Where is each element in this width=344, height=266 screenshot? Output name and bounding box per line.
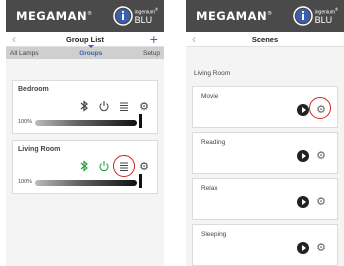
scene-name: Sleeping (201, 231, 227, 238)
nav-bar: ‹ Group List + (6, 32, 164, 47)
ingenium-i-icon (112, 6, 133, 26)
tab-setup[interactable]: Setup (143, 50, 160, 57)
group-name: Living Room (18, 146, 61, 153)
scene-card-reading[interactable]: Reading ⚙ (192, 132, 338, 174)
ingenium-i-icon (292, 6, 313, 26)
page-title: Scenes (251, 34, 279, 44)
highlight-circle (113, 155, 135, 177)
scene-card-relax[interactable]: Relax ⚙ (192, 178, 338, 220)
scenes-screen: MEGAMAN® ingenium® BLU ‹ Scenes Living Ro… (186, 0, 344, 266)
back-chevron-icon[interactable]: ‹ (192, 32, 206, 46)
power-icon[interactable] (97, 99, 111, 113)
brand-logo: MEGAMAN® (16, 9, 93, 23)
list-icon[interactable] (113, 155, 135, 177)
power-icon[interactable] (97, 159, 111, 173)
ingenium-logo: ingenium® BLU (112, 6, 158, 26)
back-chevron-icon[interactable]: ‹ (12, 32, 26, 46)
group-card-bedroom[interactable]: Bedroom ⚙ 100% (12, 80, 158, 134)
group-name: Bedroom (18, 86, 49, 93)
slider-thumb[interactable] (139, 114, 142, 128)
brightness-label: 100% (18, 119, 33, 125)
play-icon[interactable] (297, 196, 309, 208)
gear-icon[interactable]: ⚙ (316, 241, 326, 255)
brightness-slider[interactable] (35, 180, 137, 186)
nav-bar: ‹ Scenes (186, 32, 344, 47)
play-icon[interactable] (297, 104, 309, 116)
slider-thumb[interactable] (139, 174, 142, 188)
add-group-button[interactable]: + (144, 32, 158, 46)
scene-card-sleeping[interactable]: Sleeping ⚙ (192, 224, 338, 266)
scene-name: Movie (201, 93, 219, 100)
bluetooth-icon[interactable] (77, 99, 91, 113)
scene-card-movie[interactable]: Movie ⚙ (192, 86, 338, 128)
brand-logo: MEGAMAN® (196, 9, 273, 23)
ingenium-logo: ingenium® BLU (292, 6, 338, 26)
scene-name: Reading (201, 139, 226, 146)
list-icon[interactable] (117, 99, 131, 113)
play-icon[interactable] (297, 242, 309, 254)
bluetooth-icon[interactable] (77, 159, 91, 173)
app-header: MEGAMAN® ingenium® BLU (6, 0, 164, 32)
scene-name: Relax (201, 185, 218, 192)
tab-groups[interactable]: Groups (79, 44, 102, 57)
gear-icon[interactable]: ⚙ (316, 149, 326, 163)
gear-icon[interactable]: ⚙ (316, 195, 326, 209)
gear-icon[interactable]: ⚙ (137, 99, 151, 113)
gear-icon[interactable]: ⚙ (137, 159, 151, 173)
group-card-living-room[interactable]: Living Room ⚙ 100% (12, 140, 158, 194)
brightness-label: 100% (18, 179, 33, 185)
section-title: Living Room (194, 70, 231, 77)
tab-all-lamps[interactable]: All Lamps (10, 50, 39, 57)
group-list-screen: MEGAMAN® ingenium® BLU ‹ Group List + All… (6, 0, 164, 266)
highlight-circle (309, 97, 331, 119)
play-icon[interactable] (297, 150, 309, 162)
tab-bar: All Lamps Groups Setup (6, 44, 164, 59)
app-header: MEGAMAN® ingenium® BLU (186, 0, 344, 32)
brightness-slider[interactable] (35, 120, 137, 126)
page-title: Group List (66, 34, 104, 44)
